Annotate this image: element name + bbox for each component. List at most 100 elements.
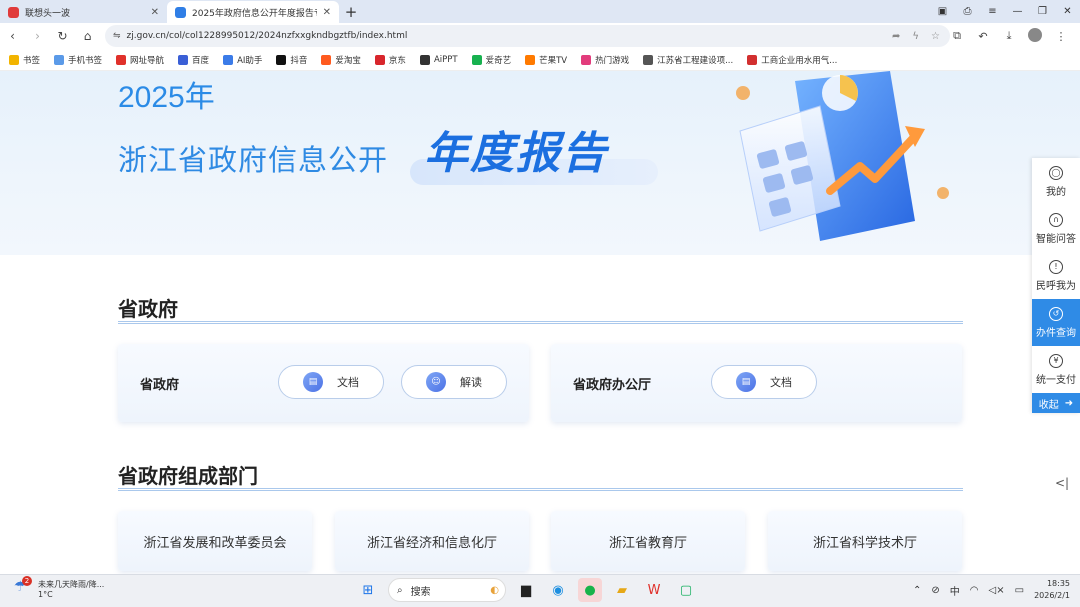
bookmark-item[interactable]: 百度 xyxy=(178,54,209,66)
clock[interactable]: 18:35 2026/2/1 xyxy=(1034,578,1070,602)
department-card[interactable]: 浙江省发展和改革委员会 xyxy=(118,511,312,571)
mute-icon[interactable]: ◁× xyxy=(989,585,1005,596)
profile-icon[interactable] xyxy=(1024,27,1046,45)
department-card[interactable]: 浙江省经济和信息化厅 xyxy=(335,511,529,571)
home-icon[interactable]: ⌂ xyxy=(75,29,100,43)
back-icon[interactable]: ‹ xyxy=(0,29,25,43)
bookmark-label: 爱奇艺 xyxy=(485,55,512,66)
bookmark-favicon-icon xyxy=(643,54,654,65)
tab-title: 联想头一波 xyxy=(25,8,71,19)
system-tray: ⌃ ⊘ 中 ◠ ◁× ▭ 18:35 2026/2/1 xyxy=(913,578,1070,602)
more-icon[interactable]: ⋮ xyxy=(1050,30,1072,43)
bookmark-favicon-icon xyxy=(747,54,758,65)
forward-icon[interactable]: › xyxy=(25,29,50,43)
menu-icon[interactable]: ≡ xyxy=(980,6,1005,17)
bookmark-label: AI助手 xyxy=(237,55,263,66)
collapse-sidebar-button[interactable]: 收起 ➜ xyxy=(1032,393,1080,413)
close-tab-icon[interactable]: ✕ xyxy=(323,7,331,18)
tab-title: 2025年政府信息公开年度报告专栏 xyxy=(192,8,317,19)
bookmark-favicon-icon xyxy=(471,54,482,65)
bookmark-item[interactable]: 工商企业用水用气... xyxy=(747,54,837,66)
url-field[interactable]: ⇋ zj.gov.cn/col/col1228995012/2024nzfxxg… xyxy=(105,25,950,47)
section-divider xyxy=(118,488,963,491)
bookmark-item[interactable]: 手机书签 xyxy=(54,54,102,66)
person-icon: ☺ xyxy=(426,372,446,392)
tab-active[interactable]: 2025年政府信息公开年度报告专栏 ✕ xyxy=(167,1,339,23)
bookmark-item[interactable]: 抖音 xyxy=(276,54,307,66)
minimize-icon[interactable]: — xyxy=(1005,6,1030,17)
clock-date: 2026/2/1 xyxy=(1034,591,1070,600)
wifi-icon[interactable]: ◠ xyxy=(970,585,979,596)
star-icon xyxy=(9,54,19,65)
bookmark-item[interactable]: 江苏省工程建设项... xyxy=(643,54,733,66)
close-tab-icon[interactable]: ✕ xyxy=(151,7,159,18)
reload-icon[interactable]: ↻ xyxy=(50,29,75,43)
window-controls: ▣ ⎙ ≡ — ❐ ✕ xyxy=(930,0,1080,23)
search-icon: ⌕ xyxy=(397,584,403,596)
bookmark-item[interactable]: 芒果TV xyxy=(525,54,567,66)
extensions-icon[interactable]: ⧉ xyxy=(946,29,968,43)
wechat-app-icon[interactable]: ● xyxy=(578,578,602,602)
bookmark-item[interactable]: 爱奇艺 xyxy=(471,54,512,66)
department-card[interactable]: 浙江省教育厅 xyxy=(551,511,745,571)
wps-app-icon[interactable]: W xyxy=(642,578,666,602)
green-app-icon[interactable]: ▢ xyxy=(674,578,698,602)
document-icon: ▤ xyxy=(736,372,756,392)
bookmark-label: 百度 xyxy=(192,55,210,66)
restore-icon[interactable]: ❐ xyxy=(1030,6,1055,17)
bookmark-label: 京东 xyxy=(388,55,406,66)
new-tab-button[interactable]: + xyxy=(339,1,363,23)
bookmark-item[interactable]: 热门游戏 xyxy=(581,54,629,66)
shield-icon: ! xyxy=(1049,259,1063,274)
sidebar-item-public-appeal[interactable]: ! 民呼我为 xyxy=(1032,252,1080,299)
share-icon[interactable]: ➦ xyxy=(892,31,900,42)
windows-start-icon[interactable]: ⊞ xyxy=(356,578,380,602)
bookmark-favicon-icon xyxy=(321,54,332,65)
bookmark-label: 网址导航 xyxy=(130,55,165,66)
battery-icon[interactable]: ▭ xyxy=(1015,585,1024,596)
sidebar-item-mine[interactable]: ◯ 我的 xyxy=(1032,158,1080,205)
sidebar-item-unified-payment[interactable]: ¥ 统一支付 xyxy=(1032,346,1080,393)
org-name: 省政府办公厅 xyxy=(573,378,652,393)
history-icon: ↺ xyxy=(1049,306,1063,321)
department-card[interactable]: 浙江省科学技术厅 xyxy=(768,511,962,571)
reading-mode-icon[interactable]: ▣ xyxy=(930,6,955,17)
user-icon: ◯ xyxy=(1049,165,1063,180)
download-icon[interactable]: ⤓ xyxy=(998,29,1020,43)
collapse-handle-icon[interactable]: <| xyxy=(1055,476,1069,490)
folder-icon xyxy=(54,54,65,65)
interpretation-button[interactable]: ☺ 解读 xyxy=(401,365,507,399)
close-window-icon[interactable]: ✕ xyxy=(1055,6,1080,17)
sidebar-item-smart-qa[interactable]: ∩ 智能问答 xyxy=(1032,205,1080,252)
no-connection-icon[interactable]: ⊘ xyxy=(931,585,939,596)
chevron-up-icon[interactable]: ⌃ xyxy=(913,585,921,596)
browser-app-icon[interactable]: ◉ xyxy=(546,578,570,602)
tab-inactive[interactable]: 联想头一波 ✕ xyxy=(0,1,167,23)
bookmark-label: 工商企业用水用气... xyxy=(761,55,838,66)
bookmark-item[interactable]: 京东 xyxy=(374,54,406,66)
lightning-icon[interactable]: ϟ xyxy=(912,31,919,42)
print-icon[interactable]: ⎙ xyxy=(955,6,980,17)
document-button-label: 文档 xyxy=(770,376,792,389)
bookmark-item[interactable]: 爱淘宝 xyxy=(321,54,361,66)
interpretation-button-label: 解读 xyxy=(460,376,482,389)
site-info-icon[interactable]: ⇋ xyxy=(113,31,121,41)
rain-icon: ☂ 2 xyxy=(14,576,32,597)
undo-icon[interactable]: ↶ xyxy=(972,30,994,43)
star-icon[interactable]: ☆ xyxy=(931,31,940,42)
document-button[interactable]: ▤ 文档 xyxy=(278,365,384,399)
bookmark-item[interactable]: 书签 xyxy=(9,54,40,66)
sidebar-item-case-query[interactable]: ↺ 办件查询 xyxy=(1032,299,1080,346)
weather-widget[interactable]: ☂ 2 未来几天降雨/降... 1°C xyxy=(14,576,104,599)
task-view-icon[interactable]: ▆ xyxy=(514,578,538,602)
file-explorer-icon[interactable]: ▰ xyxy=(610,578,634,602)
sidebar-item-label: 智能问答 xyxy=(1036,233,1076,245)
bookmark-item[interactable]: AiPPT xyxy=(419,54,458,65)
document-button-label: 文档 xyxy=(337,376,359,389)
taskbar-search[interactable]: ⌕ 搜索 ◐ xyxy=(388,578,506,602)
ime-indicator[interactable]: 中 xyxy=(950,583,960,598)
bookmark-item[interactable]: 网址导航 xyxy=(116,54,164,66)
bookmark-item[interactable]: AI助手 xyxy=(223,54,262,66)
org-card: 省政府办公厅 ▤ 文档 xyxy=(551,344,962,422)
document-button[interactable]: ▤ 文档 xyxy=(711,365,817,399)
